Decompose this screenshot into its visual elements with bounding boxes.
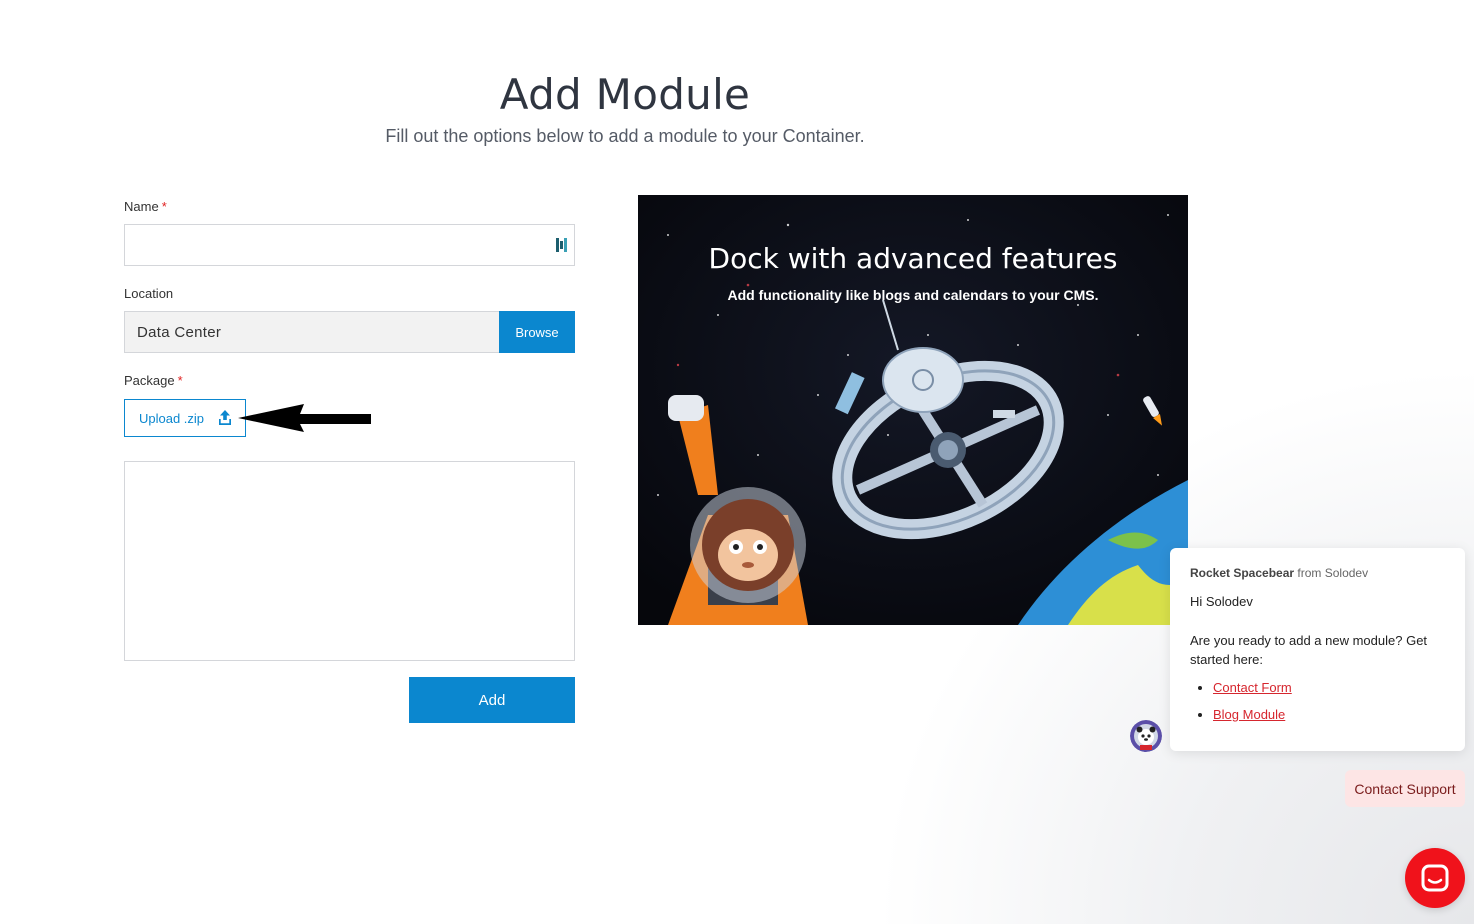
annotation-arrow <box>238 404 371 432</box>
chat-greeting: Hi Solodev <box>1190 594 1253 609</box>
contact-form-link[interactable]: Contact Form <box>1213 680 1292 695</box>
name-input[interactable] <box>125 225 574 265</box>
promo-banner: Dock with advanced features Add function… <box>638 195 1188 625</box>
upload-icon <box>219 410 231 425</box>
required-mark: * <box>177 373 183 388</box>
chat-launcher-button[interactable] <box>1405 848 1465 908</box>
location-field[interactable]: Data Center <box>124 311 500 353</box>
chat-message: Are you ready to add a new module? Get s… <box>1190 633 1428 667</box>
name-field[interactable] <box>124 224 575 266</box>
add-button[interactable]: Add <box>409 677 575 723</box>
chat-link-list: Contact Form Blog Module <box>1190 679 1445 724</box>
list-item: Contact Form <box>1213 679 1445 697</box>
list-item: Blog Module <box>1213 706 1445 724</box>
required-mark: * <box>161 199 167 214</box>
promo-title: Dock with advanced features <box>708 242 1118 275</box>
password-manager-icon[interactable] <box>556 238 568 252</box>
browse-button[interactable]: Browse <box>499 311 575 353</box>
upload-zip-button[interactable]: Upload .zip <box>124 399 246 437</box>
blog-module-link[interactable]: Blog Module <box>1213 707 1285 722</box>
upload-zip-label: Upload .zip <box>139 410 205 426</box>
page-title: Add Module <box>499 70 751 119</box>
chat-sender: Rocket Spacebear from Solodev <box>1190 566 1445 580</box>
page-subtitle: Fill out the options below to add a modu… <box>385 126 865 146</box>
avatar <box>1130 720 1162 752</box>
name-label: Name * <box>124 199 167 214</box>
chat-launcher-icon <box>1421 864 1449 892</box>
promo-subtitle: Add functionality like blogs and calenda… <box>727 287 1099 303</box>
chat-from-text: from Solodev <box>1297 566 1369 580</box>
contact-support-button[interactable]: Contact Support <box>1345 770 1465 807</box>
spacebear-avatar-icon <box>1130 720 1162 752</box>
location-label: Location <box>124 286 174 301</box>
package-dropzone[interactable] <box>124 461 575 661</box>
chat-agent-name: Rocket Spacebear <box>1190 566 1295 580</box>
package-label: Package * <box>124 373 183 388</box>
chat-message-card[interactable]: Rocket Spacebear from Solodev Hi Solodev… <box>1170 548 1465 751</box>
